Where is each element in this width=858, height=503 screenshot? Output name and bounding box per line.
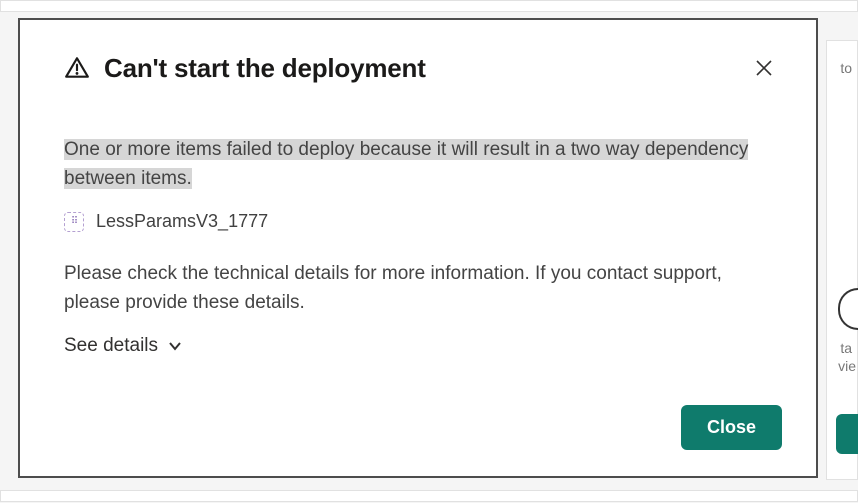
close-button[interactable]: Close: [681, 405, 782, 450]
bg-fragment: ta: [840, 340, 852, 356]
close-icon: [755, 59, 773, 77]
bg-fragment: vie: [838, 358, 856, 374]
error-message: One or more items failed to deploy becau…: [64, 136, 782, 193]
close-dialog-button[interactable]: [746, 50, 782, 86]
dataset-icon: ⠿: [64, 212, 84, 232]
deployment-error-dialog: Can't start the deployment One or more i…: [18, 18, 818, 478]
bg-partial-button: [836, 414, 858, 454]
warning-icon: [64, 55, 90, 81]
bg-fragment: to: [840, 60, 852, 76]
support-hint: Please check the technical details for m…: [64, 260, 782, 317]
dialog-title: Can't start the deployment: [104, 53, 426, 84]
see-details-toggle[interactable]: See details: [64, 335, 782, 357]
dialog-header: Can't start the deployment: [64, 50, 782, 86]
dialog-footer: Close: [64, 405, 782, 450]
failed-item-row: ⠿ LessParamsV3_1777: [64, 211, 782, 232]
chevron-down-icon: [168, 339, 182, 353]
see-details-label: See details: [64, 335, 158, 357]
failed-item-name: LessParamsV3_1777: [96, 211, 268, 232]
